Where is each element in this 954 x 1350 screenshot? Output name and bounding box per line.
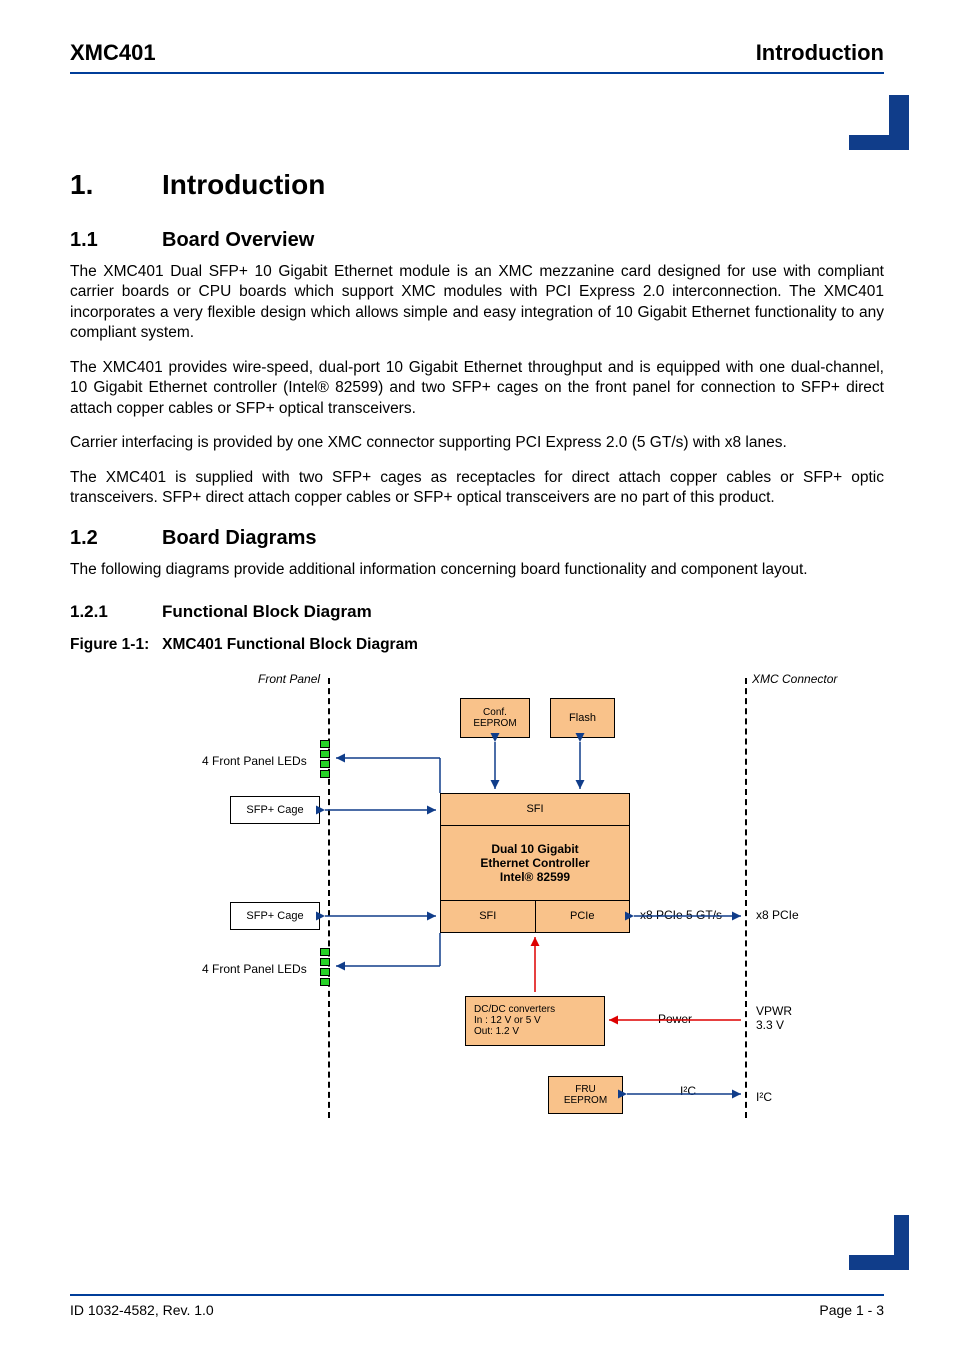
- fru-line1: FRU: [575, 1084, 596, 1095]
- section-title: Board Diagrams: [162, 527, 317, 549]
- led-icon: [320, 740, 330, 748]
- led-icon: [320, 750, 330, 758]
- footer-rule: [70, 1294, 884, 1296]
- led-icon: [320, 968, 330, 976]
- block-diagram: Front Panel XMC Connector 4 Front Panel …: [160, 668, 860, 1128]
- header-rule: [70, 72, 884, 74]
- sfp-cage-block: SFP+ Cage: [230, 796, 320, 824]
- sfi-port: SFI: [441, 794, 629, 825]
- paragraph: The XMC401 is supplied with two SFP+ cag…: [70, 468, 884, 509]
- power-label: Power: [658, 1012, 692, 1026]
- paragraph: Carrier interfacing is provided by one X…: [70, 433, 884, 453]
- section-number: 1.1: [70, 229, 162, 252]
- led-icon: [320, 948, 330, 956]
- ethernet-controller-block: SFI Dual 10 Gigabit Ethernet Controller …: [440, 793, 630, 933]
- section-1-1-heading: 1.1Board Overview: [70, 229, 884, 252]
- led-icon: [320, 760, 330, 768]
- chapter-title: Introduction: [162, 169, 325, 200]
- fru-eeprom-block: FRU EEPROM: [548, 1076, 623, 1114]
- dcdc-block: DC/DC converters In : 12 V or 5 V Out: 1…: [465, 996, 605, 1046]
- conf-eeprom-line1: Conf.: [483, 707, 507, 718]
- fru-line2: EEPROM: [564, 1095, 607, 1106]
- doc-id: ID 1032-4582, Rev. 1.0: [70, 1302, 214, 1318]
- front-panel-label: Front Panel: [258, 672, 320, 686]
- page-number: Page 1 - 3: [819, 1302, 884, 1318]
- conf-eeprom-line2: EEPROM: [473, 718, 516, 729]
- paragraph: The XMC401 Dual SFP+ 10 Gigabit Ethernet…: [70, 262, 884, 344]
- dcdc-line2: In : 12 V or 5 V: [474, 1015, 541, 1026]
- controller-line1: Dual 10 Gigabit: [480, 842, 589, 856]
- controller-line3: Intel® 82599: [480, 870, 589, 884]
- section-title: Board Overview: [162, 229, 314, 251]
- section-number: 1.2: [70, 527, 162, 550]
- brand-logo-icon: [849, 95, 909, 150]
- sfi-port: SFI: [441, 901, 536, 932]
- led-icon: [320, 770, 330, 778]
- dcdc-line3: Out: 1.2 V: [474, 1026, 519, 1037]
- i2c-label: I²C: [680, 1084, 696, 1098]
- section-1-2-heading: 1.2Board Diagrams: [70, 527, 884, 550]
- xmc-connector-label: XMC Connector: [752, 672, 837, 686]
- subsection-number: 1.2.1: [70, 602, 162, 622]
- pcie-bus-label: x8 PCIe 5 GT/s: [640, 908, 722, 922]
- conf-eeprom-block: Conf. EEPROM: [460, 698, 530, 738]
- paragraph: The XMC401 provides wire-speed, dual-por…: [70, 358, 884, 419]
- page-footer: ID 1032-4582, Rev. 1.0 Page 1 - 3: [70, 1294, 884, 1318]
- vpwr-label: VPWR 3.3 V: [756, 1004, 792, 1032]
- led-icon: [320, 958, 330, 966]
- header-section: Introduction: [756, 40, 884, 66]
- chapter-heading: 1.Introduction: [70, 169, 884, 201]
- subsection-title: Functional Block Diagram: [162, 602, 372, 621]
- leds-label: 4 Front Panel LEDs: [202, 754, 307, 768]
- x8-pcie-label: x8 PCIe: [756, 908, 799, 922]
- header-product: XMC401: [70, 40, 156, 66]
- brand-logo-icon: [849, 1215, 909, 1270]
- led-icon: [320, 978, 330, 986]
- pcie-port: PCIe: [536, 901, 630, 932]
- controller-line2: Ethernet Controller: [480, 856, 589, 870]
- figure-title: XMC401 Functional Block Diagram: [162, 636, 418, 653]
- figure-label: Figure 1-1:: [70, 636, 149, 653]
- dcdc-line1: DC/DC converters: [474, 1004, 555, 1015]
- sfp-cage-block: SFP+ Cage: [230, 902, 320, 930]
- chapter-number: 1.: [70, 169, 162, 201]
- flash-block: Flash: [550, 698, 615, 738]
- paragraph: The following diagrams provide additiona…: [70, 560, 884, 580]
- subsection-1-2-1-heading: 1.2.1Functional Block Diagram: [70, 602, 884, 622]
- figure-caption: Figure 1-1: XMC401 Functional Block Diag…: [70, 636, 884, 654]
- xmc-connector-boundary: [745, 678, 747, 1118]
- i2c-conn-label: I²C: [756, 1090, 772, 1104]
- leds-label: 4 Front Panel LEDs: [202, 962, 307, 976]
